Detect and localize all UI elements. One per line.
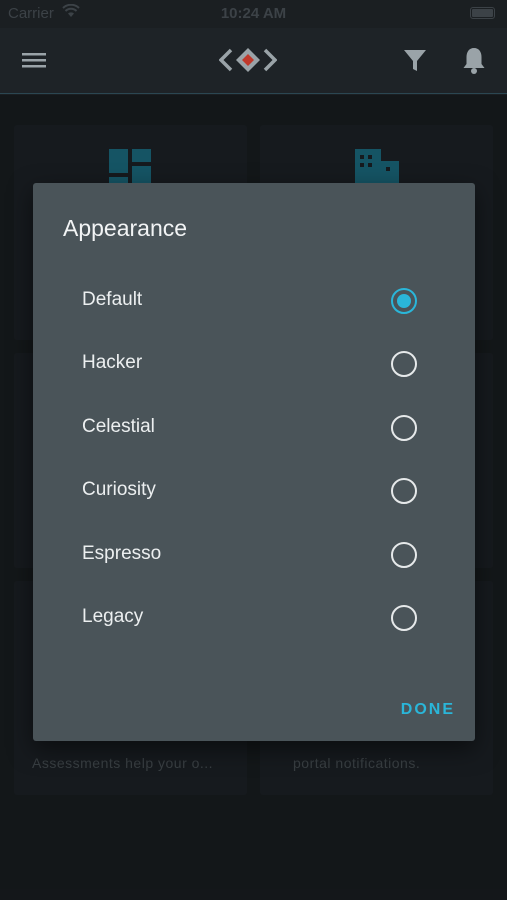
radio-unselected[interactable] [391, 605, 417, 631]
radio-unselected[interactable] [391, 542, 417, 568]
option-label: Celestial [82, 416, 155, 437]
option-legacy[interactable]: Legacy [33, 586, 475, 649]
dialog-title: Appearance [63, 215, 188, 241]
hamburger-menu-icon[interactable] [22, 50, 46, 70]
clock: 10:24 AM [220, 5, 287, 22]
bell-icon[interactable] [461, 45, 487, 75]
filter-icon[interactable] [402, 46, 428, 74]
option-hacker[interactable]: Hacker [33, 332, 475, 395]
radio-unselected[interactable] [391, 415, 417, 441]
option-label: Curiosity [82, 479, 156, 500]
done-button[interactable]: DONE [401, 701, 455, 719]
radio-selected[interactable] [391, 288, 417, 314]
radio-unselected[interactable] [391, 478, 417, 504]
option-label: Hacker [82, 352, 143, 373]
appearance-dialog: Appearance Default Hacker Celestial Curi… [33, 183, 475, 741]
option-label: Espresso [82, 543, 162, 564]
option-label: Default [82, 289, 143, 310]
status-bar: Carrier 10:24 AM [0, 0, 507, 28]
battery-icon [470, 7, 495, 19]
option-label: Legacy [82, 606, 144, 627]
app-bar [0, 28, 507, 94]
brand-logo-icon [218, 42, 278, 78]
option-celestial[interactable]: Celestial [33, 396, 475, 459]
option-default[interactable]: Default [33, 269, 475, 332]
radio-unselected[interactable] [391, 351, 417, 377]
option-espresso[interactable]: Espresso [33, 523, 475, 586]
option-curiosity[interactable]: Curiosity [33, 459, 475, 522]
